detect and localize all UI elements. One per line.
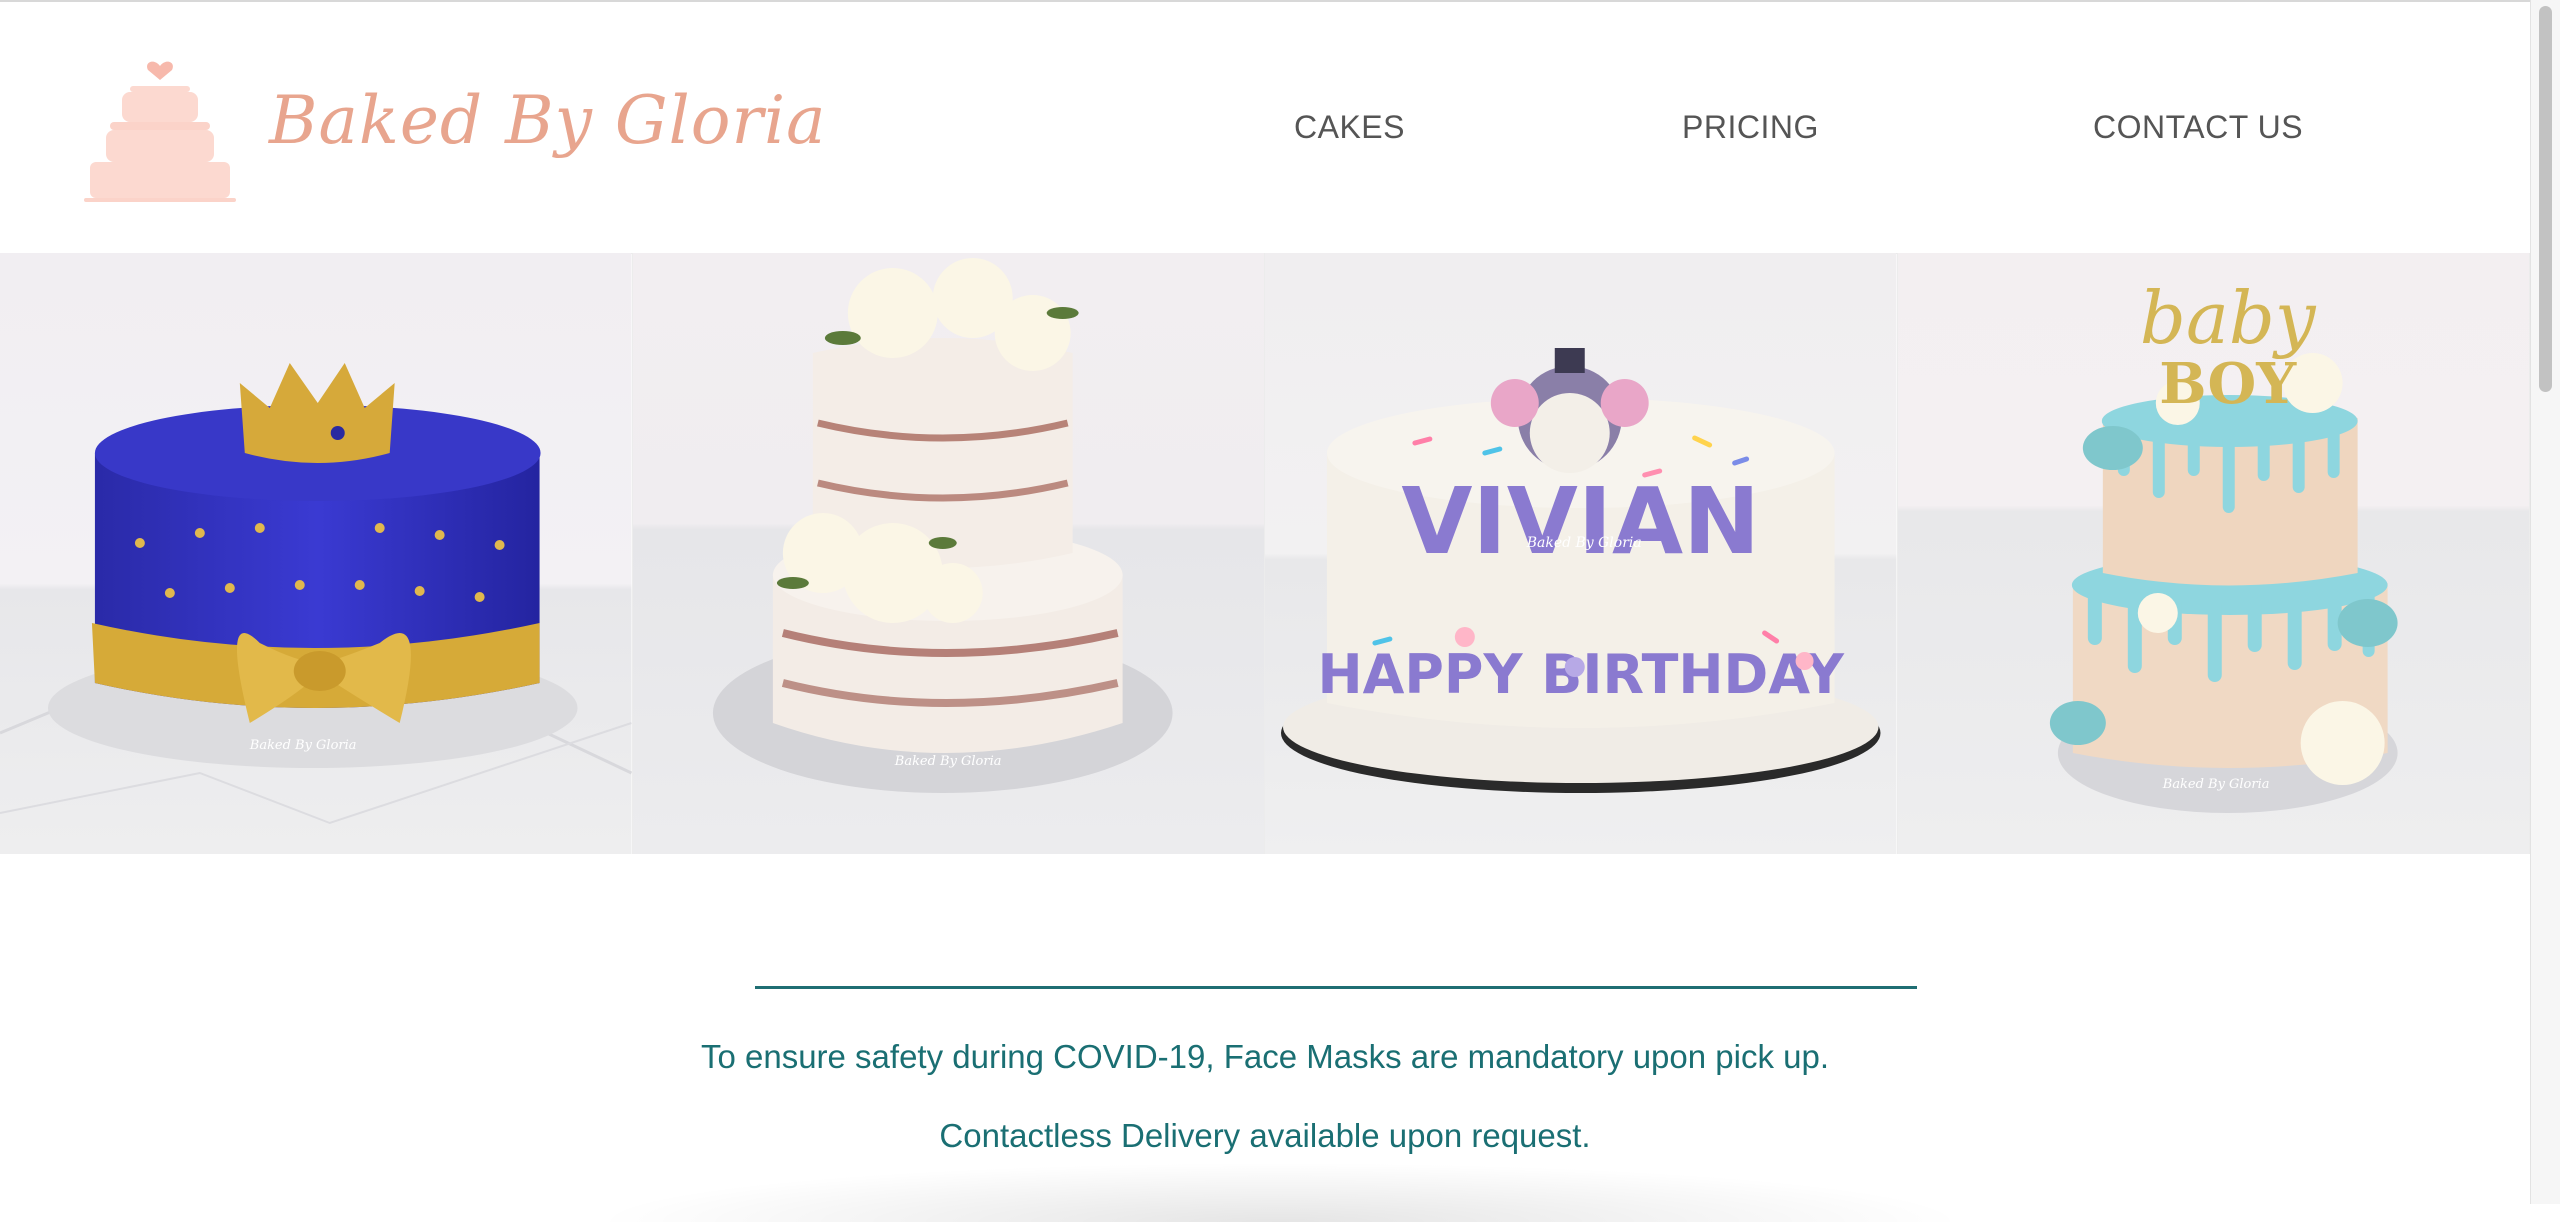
gallery-item-vivian-birthday-cake[interactable]: VIVIAN HAPPY BIRTHDAY Baked By Gloria (1265, 253, 1898, 854)
notice-divider (755, 986, 1917, 989)
brand-name: Baked By Gloria (269, 82, 827, 159)
content-card-shadow (590, 1162, 1970, 1222)
site-header: Baked By Gloria CAKES PRICING CONTACT US (0, 4, 2530, 254)
covid-notice-masks: To ensure safety during COVID-19, Face M… (700, 1038, 1830, 1075)
nav-cakes[interactable]: CAKES (1294, 109, 1405, 146)
topper-text-baby: baby (2139, 276, 2316, 360)
gallery-item-royal-crown-cake[interactable]: Baked By Gloria (0, 253, 633, 854)
scrollbar-thumb[interactable] (2539, 6, 2552, 392)
nav-contact-us[interactable]: CONTACT US (2093, 109, 2303, 146)
cake-icon (84, 61, 236, 202)
watermark-text: Baked By Gloria (2161, 777, 2269, 792)
page-scrollbar[interactable] (2530, 0, 2560, 1204)
watermark-text: Baked By Gloria (893, 754, 1001, 769)
gallery-item-baby-boy-drip-cake[interactable]: baby BOY Baked By Gloria (1897, 253, 2530, 854)
topper-text-boy: BOY (2159, 351, 2297, 417)
brand-logo-link[interactable]: Baked By Gloria (84, 56, 825, 206)
browser-viewport: Baked By Gloria CAKES PRICING CONTACT US (0, 0, 2530, 1222)
baby-boy-drip-cake-photo: baby BOY Baked By Gloria (1897, 253, 2529, 854)
cake-gallery: Baked By Gloria Baked By Gloria VIVIAN H… (0, 253, 2530, 854)
cake-text-vivian: VIVIAN (1401, 468, 1760, 575)
royal-crown-cake-photo: Baked By Gloria (0, 253, 632, 854)
watermark-text: Baked By Gloria (1526, 535, 1642, 551)
covid-notice-delivery: Contactless Delivery available upon requ… (939, 1117, 1591, 1154)
nav-pricing[interactable]: PRICING (1682, 109, 1819, 146)
watermark-text: Baked By Gloria (249, 738, 357, 753)
gallery-item-naked-floral-cake[interactable]: Baked By Gloria (632, 253, 1265, 854)
vivian-birthday-cake-photo: VIVIAN HAPPY BIRTHDAY Baked By Gloria (1265, 253, 1897, 854)
naked-floral-cake-photo: Baked By Gloria (632, 253, 1264, 854)
